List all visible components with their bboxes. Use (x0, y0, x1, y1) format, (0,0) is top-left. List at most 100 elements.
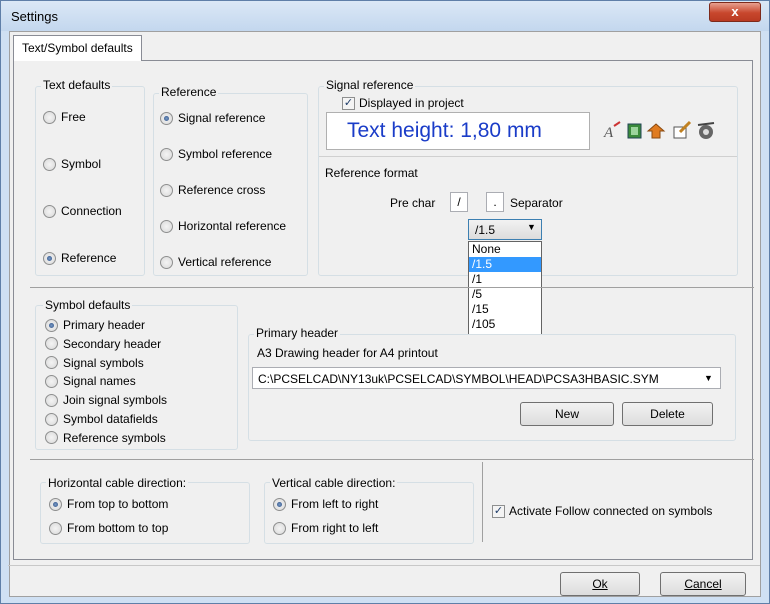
radio-label: Reference symbols (63, 430, 166, 445)
text-size-icon[interactable]: A (603, 121, 621, 141)
reference-format-title: Reference format (325, 166, 418, 180)
radio-vertical-reference[interactable]: Vertical reference (160, 255, 271, 269)
format-select[interactable]: /1.5 ▼ (468, 219, 542, 240)
radio-label: Signal reference (178, 111, 266, 125)
radio-label: Secondary header (63, 336, 162, 351)
visibility-icon[interactable] (697, 122, 715, 139)
signal-reference-title: Signal reference (324, 78, 416, 92)
radio-button-icon (49, 521, 62, 535)
radio-label: Signal names (63, 374, 136, 389)
follow-connected-checkbox[interactable]: ✓ Activate Follow connected on symbols (492, 504, 712, 518)
text-defaults-title: Text defaults (41, 78, 113, 92)
cancel-button[interactable]: Cancel (660, 572, 746, 596)
radio-symbol-reference[interactable]: Symbol reference (160, 147, 272, 161)
radio-button-icon (160, 219, 173, 233)
format-option[interactable]: /5 (469, 287, 541, 302)
pre-char-label: Pre char (390, 196, 436, 210)
radio-from-top-to-bottom[interactable]: From top to bottom (49, 497, 168, 511)
format-option[interactable]: /105 (469, 317, 541, 332)
radio-button-icon (160, 147, 173, 161)
middle-section-divider (30, 459, 754, 460)
separator-label: Separator (510, 196, 563, 210)
radio-button-icon (43, 110, 56, 124)
ok-button[interactable]: Ok (560, 572, 640, 596)
radio-label: Connection (61, 204, 122, 218)
radio-button-icon (273, 497, 286, 511)
signal-reference-toolbar: A (603, 120, 715, 141)
radio-label: Reference cross (178, 183, 266, 197)
text-height-display[interactable]: Text height: 1,80 mm (326, 112, 590, 150)
radio-button-icon (45, 337, 58, 351)
radio-button-icon (273, 521, 286, 535)
format-option[interactable]: None (469, 242, 541, 257)
radio-reference-cross[interactable]: Reference cross (160, 183, 265, 197)
primary-header-description: A3 Drawing header for A4 printout (257, 346, 438, 360)
radio-signal-names[interactable]: Signal names (45, 374, 136, 388)
radio-label: Join signal symbols (63, 393, 168, 408)
radio-secondary-header[interactable]: Secondary header (45, 337, 161, 351)
radio-from-right-to-left[interactable]: From right to left (273, 521, 378, 535)
new-button[interactable]: New (520, 402, 614, 426)
radio-primary-header[interactable]: Primary header (45, 318, 145, 332)
edit-icon[interactable] (673, 120, 692, 139)
radio-from-bottom-to-top[interactable]: From bottom to top (49, 521, 168, 535)
radio-label: Horizontal reference (178, 219, 287, 233)
radio-button-icon (160, 111, 173, 125)
header-path-select[interactable]: C:\PCSELCAD\NY13uk\PCSELCAD\SYMBOL\HEAD\… (252, 367, 721, 389)
move-icon[interactable] (646, 123, 666, 139)
radio-symbol-datafields[interactable]: Symbol datafields (45, 412, 158, 426)
radio-reference-symbols[interactable]: Reference symbols (45, 431, 166, 445)
separator-input[interactable]: . (486, 192, 504, 212)
reference-format-divider (319, 156, 737, 157)
radio-signal-reference[interactable]: Signal reference (160, 111, 265, 125)
radio-join-signal-symbols[interactable]: Join signal symbols (45, 393, 167, 407)
close-button[interactable]: x (709, 2, 761, 22)
radio-label: From bottom to top (67, 521, 169, 535)
bottom-left-divider (482, 462, 483, 542)
radio-button-icon (45, 318, 58, 332)
radio-button-icon (43, 204, 56, 218)
format-dropdown-list: None/1.5/1/5/15/105 (468, 241, 542, 335)
primary-header-title: Primary header (254, 326, 341, 340)
top-section-divider (30, 287, 754, 288)
radio-label: Symbol reference (178, 147, 273, 161)
text-height-value: Text height: 1,80 mm (347, 119, 542, 142)
reference-title: Reference (159, 85, 219, 99)
chevron-down-icon: ▼ (704, 373, 713, 383)
radio-label: Primary header (63, 318, 146, 332)
radio-button-icon (45, 356, 58, 370)
radio-label: Signal symbols (63, 355, 144, 370)
color-icon[interactable] (627, 123, 642, 139)
radio-from-left-to-right[interactable]: From left to right (273, 497, 378, 511)
radio-signal-symbols[interactable]: Signal symbols (45, 356, 144, 370)
radio-button-icon (43, 251, 56, 265)
radio-connection[interactable]: Connection (43, 204, 122, 218)
format-option[interactable]: /15 (469, 302, 541, 317)
format-selected-value: /1.5 (475, 223, 496, 237)
radio-free[interactable]: Free (43, 110, 86, 124)
pre-char-input[interactable]: / (450, 192, 468, 212)
format-option[interactable]: /1.5 (469, 257, 541, 272)
radio-horizontal-reference[interactable]: Horizontal reference (160, 219, 286, 233)
radio-button-icon (45, 412, 58, 426)
radio-label: Reference (61, 251, 117, 265)
radio-button-icon (160, 255, 173, 269)
delete-button[interactable]: Delete (622, 402, 713, 426)
tab-text-symbol-defaults[interactable]: Text/Symbol defaults (13, 35, 142, 61)
radio-label: Symbol datafields (63, 412, 158, 426)
radio-label: Vertical reference (178, 255, 272, 269)
radio-label: From top to bottom (67, 497, 169, 511)
radio-button-icon (45, 374, 58, 388)
radio-symbol[interactable]: Symbol (43, 157, 101, 171)
horizontal-cable-title: Horizontal cable direction: (46, 476, 189, 490)
format-option[interactable]: /1 (469, 272, 541, 287)
radio-button-icon (43, 157, 56, 171)
displayed-in-project-checkbox[interactable]: ✓ Displayed in project (342, 96, 464, 110)
title-bar: Settings x (1, 1, 769, 31)
radio-label: Symbol (61, 157, 102, 171)
radio-reference[interactable]: Reference (43, 251, 116, 265)
radio-button-icon (45, 431, 58, 445)
svg-text:A: A (603, 125, 614, 141)
radio-button-icon (45, 393, 58, 407)
radio-button-icon (49, 497, 62, 511)
